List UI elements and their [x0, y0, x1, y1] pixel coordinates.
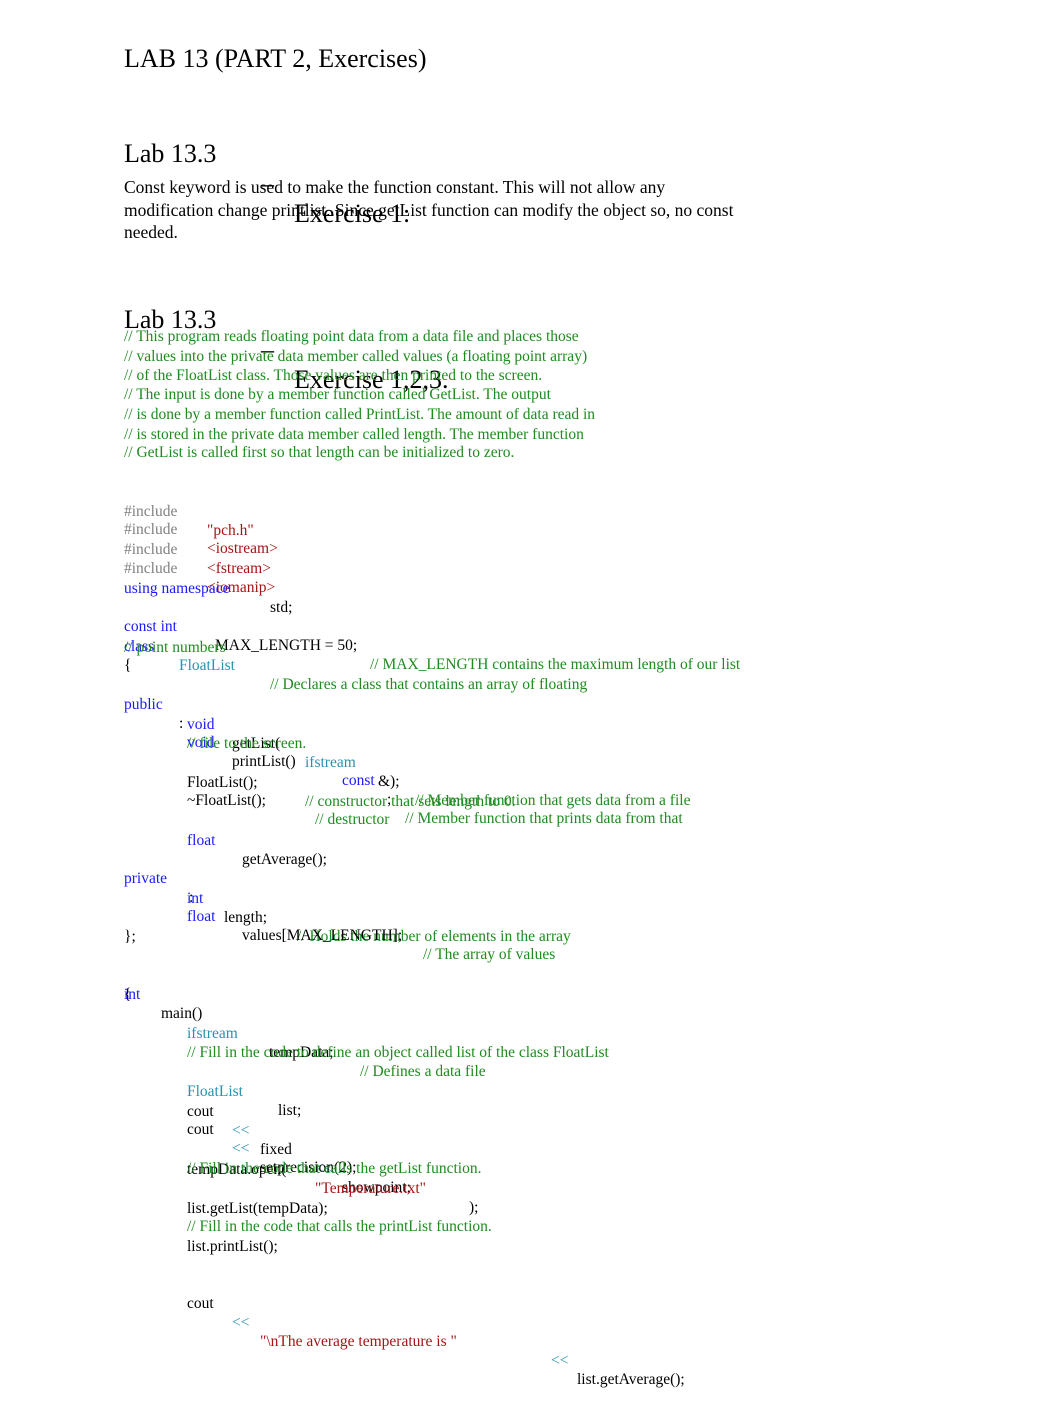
code-comment-line: // The input is done by a member functio…	[124, 386, 551, 403]
member-name: length;	[224, 909, 268, 926]
main-signature: int main()	[124, 966, 202, 1042]
class-comment: // Declares a class that contains an arr…	[270, 676, 588, 693]
destructor: ~FloatList();	[187, 792, 266, 809]
code-comment-line: // This program reads floating point dat…	[124, 328, 579, 345]
private-label: private :	[124, 850, 193, 926]
cout: cout	[187, 1121, 214, 1138]
values-decl: float values[MAX_LENGTH]; // The array o…	[187, 888, 555, 983]
using-keyword: using namespace	[124, 580, 230, 597]
insertion-operator: <<	[232, 1140, 250, 1157]
main-open-brace: {	[124, 986, 132, 1003]
include-file: <fstream>	[207, 560, 271, 577]
insertion-operator: <<	[232, 1122, 250, 1139]
comment-getlist: // Fill in the code that calls the getLi…	[187, 1160, 482, 1177]
code-comment-line: // of the FloatList class. Those values …	[124, 367, 543, 384]
member-type: float	[187, 908, 216, 925]
return-type: float	[187, 832, 216, 849]
open-brace: {	[124, 657, 132, 674]
file-name-string: "Temperature.txt"	[315, 1180, 426, 1197]
manipulator: fixed	[260, 1141, 292, 1158]
getaverage-call: list.getAverage();	[577, 1371, 685, 1388]
call-end: );	[469, 1199, 479, 1216]
var-type: ifstream	[187, 1025, 238, 1042]
const-qualifier: const	[342, 772, 375, 789]
insertion-operator: <<	[551, 1352, 569, 1369]
param-rest: &);	[378, 773, 400, 790]
include-file: "pch.h"	[207, 522, 254, 539]
function-name: printList()	[232, 753, 296, 770]
printlist-comment: // Member function that prints data from…	[405, 810, 683, 827]
tempdata-comment: // Defines a data file	[360, 1063, 486, 1080]
destructor-comment: // destructor	[315, 811, 390, 828]
average-string: "\nThe average temperature is "	[260, 1333, 457, 1350]
include-file: <iostream>	[207, 540, 278, 557]
member-name: values[MAX_LENGTH];	[242, 927, 403, 944]
document-title: LAB 13 (PART 2, Exercises)	[124, 44, 427, 73]
namespace-name: std;	[270, 599, 293, 616]
heading-lab-number: Lab 13.3	[124, 139, 217, 168]
comment-printlist: // Fill in the code that calls the print…	[187, 1218, 492, 1235]
code-comment-line: // values into the private data member c…	[124, 348, 588, 365]
class-name: FloatList	[179, 657, 235, 674]
values-comment: // The array of values	[423, 946, 556, 963]
colon: :	[179, 715, 184, 732]
insertion-operator: <<	[232, 1314, 250, 1331]
answer-paragraph: Const keyword is used to make the functi…	[124, 177, 734, 242]
param-type: ifstream	[305, 754, 356, 771]
printlist-call: list.printList();	[187, 1238, 278, 1255]
cout: cout	[187, 1295, 214, 1312]
function-name: getAverage();	[242, 851, 327, 868]
class-end: };	[124, 928, 136, 945]
const-comment: // MAX_LENGTH contains the maximum lengt…	[370, 656, 741, 673]
code-comment-line: // is done by a member function called P…	[124, 406, 596, 423]
public-label: public :	[124, 676, 183, 752]
getlist-call: list.getList(tempData);	[187, 1200, 328, 1217]
class-comment-line: // point numbers	[124, 639, 226, 656]
printlist-comment-line: // file to the screen.	[187, 735, 307, 752]
code-comment-line: // GetList is called first so that lengt…	[124, 444, 515, 461]
public-keyword: public	[124, 696, 163, 713]
cout-average-line: cout << "\nThe average temperature is " …	[187, 1275, 685, 1408]
code-comment-line: // is stored in the private data member …	[124, 426, 584, 443]
constructor-comment: // constructor that sets length to 0.	[305, 793, 516, 810]
var-name: list;	[278, 1102, 302, 1119]
comment-define-object: // Fill in the code to define an object …	[187, 1044, 609, 1061]
const-decl: MAX_LENGTH = 50;	[215, 637, 358, 654]
private-keyword: private	[124, 870, 168, 887]
